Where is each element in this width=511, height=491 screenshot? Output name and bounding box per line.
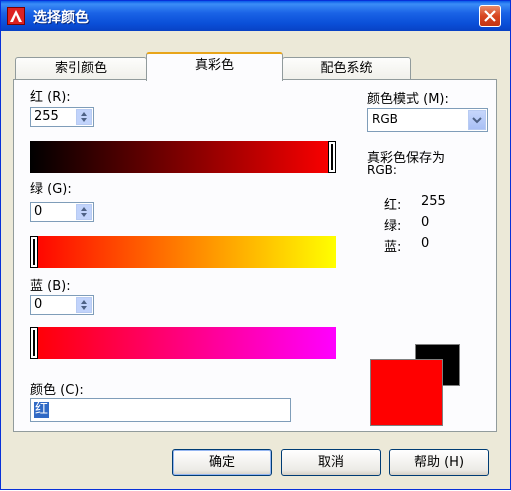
green-spin-arrows[interactable]	[76, 204, 92, 220]
new-color-swatch	[370, 359, 443, 426]
saved-green-name: 绿:	[384, 219, 402, 234]
save-as-mode: RGB:	[367, 163, 397, 177]
spin-arrows-icon	[81, 207, 87, 217]
spin-arrows-icon	[81, 112, 87, 122]
color-label: 颜色 (C):	[30, 383, 84, 398]
blue-spin-arrows[interactable]	[76, 297, 92, 313]
select-color-dialog: 选择颜色 索引颜色 真彩色 配色系统 红 (R): 255 绿 (G): 0 蓝…	[0, 0, 511, 490]
help-button[interactable]: 帮助 (H)	[389, 449, 489, 476]
color-input[interactable]: 红	[30, 398, 291, 422]
chevron-down-icon	[472, 117, 482, 124]
red-value: 255	[34, 109, 59, 124]
color-input-value: 红	[34, 402, 50, 418]
green-slider-thumb[interactable]	[30, 236, 38, 268]
saved-green-value: 0	[421, 215, 430, 230]
blue-slider-thumb[interactable]	[30, 327, 38, 359]
saved-blue-value: 0	[421, 236, 430, 251]
green-spinner[interactable]: 0	[30, 202, 94, 222]
red-spinner[interactable]: 255	[30, 107, 94, 127]
blue-value: 0	[34, 297, 43, 312]
red-slider[interactable]	[30, 141, 336, 173]
blue-spinner[interactable]: 0	[30, 295, 94, 315]
color-mode-select[interactable]: RGB	[367, 108, 488, 132]
green-slider[interactable]	[30, 236, 336, 268]
red-spin-arrows[interactable]	[76, 109, 92, 125]
green-label: 绿 (G):	[30, 182, 72, 197]
color-mode-label: 颜色模式 (M):	[367, 92, 449, 107]
saved-red-value: 255	[421, 194, 446, 209]
saved-blue-name: 蓝:	[384, 240, 402, 255]
green-value: 0	[34, 204, 43, 219]
red-label: 红 (R):	[30, 90, 71, 105]
ok-button[interactable]: 确定	[172, 449, 272, 476]
blue-slider[interactable]	[30, 327, 336, 359]
spin-arrows-icon	[81, 300, 87, 310]
cancel-button[interactable]: 取消	[281, 449, 381, 476]
color-mode-value: RGB	[372, 112, 398, 126]
blue-label: 蓝 (B):	[30, 279, 71, 294]
color-mode-dropdown[interactable]	[468, 110, 486, 130]
saved-red-name: 红:	[384, 198, 402, 213]
red-slider-thumb[interactable]	[328, 141, 336, 173]
